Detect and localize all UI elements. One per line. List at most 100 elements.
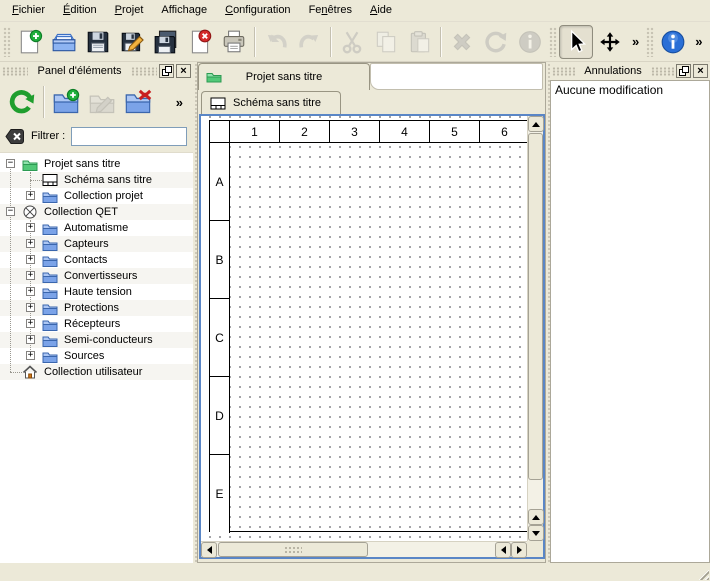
info-toolbar-overflow-button[interactable]: » [690,34,707,49]
tree-item-collection-utilisateur[interactable]: Collection utilisateur [0,364,193,380]
tab-schema-sans-titre[interactable]: Schéma sans titre [201,91,341,114]
tree-expand-toggle[interactable]: + [26,319,35,328]
tree-item-haute-tension[interactable]: +Haute tension [0,284,193,300]
elements-tree: −Projet sans titreSchéma sans titre+Coll… [0,152,193,563]
rotate-icon [483,29,509,55]
menu-configuration[interactable]: Configuration [216,1,299,20]
tree-item-schema-sans-titre[interactable]: Schéma sans titre [0,172,193,188]
about-button[interactable] [656,25,690,59]
close-icon: × [180,66,186,76]
tree-item-collection-qet[interactable]: −Collection QET [0,204,193,220]
undo-history-item[interactable]: Aucune modification [551,81,709,99]
tree-item-contacts[interactable]: +Contacts [0,252,193,268]
new-category-button[interactable] [48,84,84,120]
edit-category-button [84,84,120,120]
elements-panel-toolbar: » [0,80,193,124]
float-icon [679,66,689,76]
blue-folder-icon [42,189,58,203]
undo-panel-titlebar[interactable]: Annulations × [550,62,710,80]
tree-expand-toggle[interactable]: + [26,303,35,312]
float-undo-panel-button[interactable] [676,64,691,78]
horizontal-scrollbar[interactable] [201,541,527,557]
tree-expand-toggle[interactable]: + [26,191,35,200]
tree-expand-toggle[interactable]: + [26,255,35,264]
save-as-button[interactable] [115,25,149,59]
vertical-scroll-track[interactable] [528,132,543,509]
tree-expand-toggle[interactable]: + [26,351,35,360]
reload-collections-button[interactable] [4,84,40,120]
filter-input[interactable] [71,127,187,146]
vertical-scroll-thumb[interactable] [528,133,543,480]
scroll-right-button[interactable] [511,542,527,558]
scroll-down-button[interactable] [528,525,544,541]
project-tab-bar: Projet sans titre [198,63,545,90]
select-mode-button[interactable] [559,25,593,59]
pan-mode-button[interactable] [593,25,627,59]
menu-projet[interactable]: Projet [106,1,153,20]
new-project-button[interactable] [13,25,47,59]
vertical-scrollbar[interactable] [527,116,543,541]
open-icon [51,29,77,55]
menu-affichage[interactable]: Affichage [152,1,216,20]
tree-item-projet-sans-titre[interactable]: −Projet sans titre [0,156,193,172]
tree-branch-connector [30,180,42,181]
scroll-left-button[interactable] [201,542,217,558]
tree-item-convertisseurs[interactable]: +Convertisseurs [0,268,193,284]
toolbar-separator [440,27,442,57]
float-panel-button[interactable] [159,64,174,78]
save-button[interactable] [81,25,115,59]
horizontal-scroll-thumb[interactable] [218,542,368,557]
tree-expand-toggle[interactable]: + [26,239,35,248]
tree-collapse-toggle[interactable]: − [6,159,15,168]
menu-fichier[interactable]: Fichier [3,1,54,20]
tree-expand-toggle[interactable]: + [26,335,35,344]
tree-item-label: Schéma sans titre [64,174,152,186]
tree-item-label: Automatisme [64,222,128,234]
horizontal-scroll-track[interactable] [217,542,495,557]
undo-icon [263,29,289,55]
scroll-up-button[interactable] [528,116,544,132]
save-all-button[interactable] [149,25,183,59]
panel-toolbar-overflow-button[interactable]: » [170,95,189,110]
tab-bar-empty-area [370,63,543,90]
tab-project-sans-titre[interactable]: Projet sans titre [198,63,370,90]
cut-icon [339,29,365,55]
toolbar-drag-handle[interactable] [646,27,654,57]
tree-collapse-toggle[interactable]: − [6,207,15,216]
menu-fenetres[interactable]: Fenêtres [300,1,361,20]
toolbar-drag-handle[interactable] [549,27,557,57]
scroll-up-button-2[interactable] [528,509,544,525]
menu-aide[interactable]: Aide [361,1,401,20]
open-button[interactable] [47,25,81,59]
tree-item-protections[interactable]: +Protections [0,300,193,316]
close-undo-panel-button[interactable]: × [693,64,708,78]
tree-item-sources[interactable]: +Sources [0,348,193,364]
delete-x-icon [449,29,475,55]
column-header-4: 4 [380,121,430,142]
close-file-button[interactable] [183,25,217,59]
tree-item-recepteurs[interactable]: +Récepteurs [0,316,193,332]
print-button[interactable] [217,25,251,59]
tree-item-collection-projet[interactable]: +Collection projet [0,188,193,204]
mode-toolbar-overflow-button[interactable]: » [627,34,644,49]
tree-item-capteurs[interactable]: +Capteurs [0,236,193,252]
diagram-canvas[interactable]: 123456 ABCDE [201,116,527,541]
scroll-left-button-2[interactable] [495,542,511,558]
copy-icon [373,29,399,55]
tree-expand-toggle[interactable]: + [26,223,35,232]
tree-item-automatisme[interactable]: + Automatisme [0,220,193,236]
elements-panel-titlebar[interactable]: Panel d'éléments × [0,62,193,80]
delete-category-button[interactable] [120,84,156,120]
tree-expand-toggle[interactable]: + [26,271,35,280]
tree-expand-toggle[interactable]: + [26,287,35,296]
filter-row: Filtrer : [0,124,193,152]
cut-button [335,25,369,59]
close-panel-button[interactable]: × [176,64,191,78]
window-resize-grip[interactable] [696,567,709,580]
clear-filter-button[interactable] [5,128,25,145]
toolbar-drag-handle[interactable] [3,27,11,57]
home-icon [22,365,38,379]
info-gray-icon [517,29,543,55]
tree-item-semi-conducteurs[interactable]: +Semi-conducteurs [0,332,193,348]
menu-edition[interactable]: Édition [54,1,106,20]
